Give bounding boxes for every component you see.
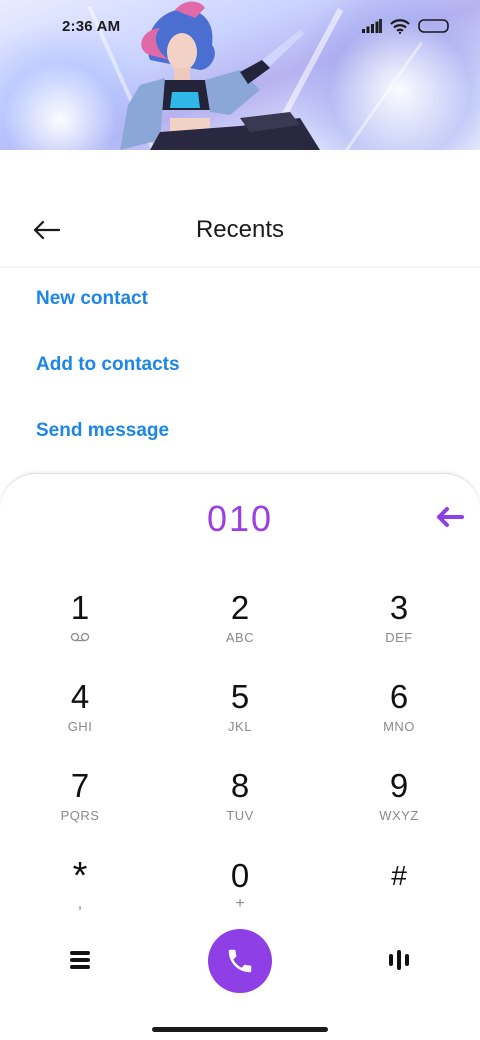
divider <box>0 266 480 268</box>
key-digit: 7 <box>70 767 90 804</box>
key-8[interactable]: 8 TUV <box>180 768 300 844</box>
key-digit: 4 <box>70 678 90 715</box>
menu-icon <box>70 951 90 969</box>
backspace-button[interactable] <box>430 502 468 532</box>
key-digit: 6 <box>389 678 409 715</box>
phone-icon <box>228 949 252 973</box>
key-letters: , <box>77 895 83 912</box>
status-icons <box>362 18 450 34</box>
title-bar: Recents <box>0 200 480 262</box>
key-digit: 0 <box>230 857 250 894</box>
key-hash[interactable]: # <box>339 858 459 934</box>
dialed-number: 010 <box>206 498 274 539</box>
key-9[interactable]: 9 WXYZ <box>339 768 459 844</box>
send-message-link[interactable]: Send message <box>36 420 169 442</box>
home-indicator <box>152 1027 328 1032</box>
key-digit: 9 <box>389 767 409 804</box>
key-5[interactable]: 5 JKL <box>180 679 300 755</box>
battery-icon <box>418 19 449 33</box>
keypad-bars-icon <box>389 950 409 970</box>
status-bar: 2:36 AM <box>0 0 480 56</box>
voicemail-icon <box>70 632 90 642</box>
key-0[interactable]: 0 + <box>180 858 300 934</box>
page-title: Recents <box>195 216 285 243</box>
backspace-arrow-icon <box>437 507 464 527</box>
call-button[interactable] <box>208 929 272 993</box>
key-digit: # <box>391 860 407 891</box>
key-letters: WXYZ <box>379 808 419 823</box>
key-3[interactable]: 3 DEF <box>339 590 459 666</box>
key-letters: JKL <box>228 719 252 734</box>
signal-icon <box>362 19 382 33</box>
key-4[interactable]: 4 GHI <box>20 679 140 755</box>
key-letters: TUV <box>226 808 254 823</box>
key-digit: 1 <box>70 589 90 626</box>
key-digit: 5 <box>230 678 250 715</box>
menu-button[interactable] <box>62 944 98 976</box>
status-time: 2:36 AM <box>62 18 121 35</box>
keypad-toggle-button[interactable] <box>380 944 418 976</box>
key-digit: 3 <box>389 589 409 626</box>
key-letters: PQRS <box>60 808 100 823</box>
key-letters: ABC <box>225 630 255 645</box>
add-to-contacts-link[interactable]: Add to contacts <box>36 354 180 376</box>
key-digit: 8 <box>230 767 250 804</box>
key-star[interactable]: * , <box>20 855 140 934</box>
key-6[interactable]: 6 MNO <box>339 679 459 755</box>
key-letters: + <box>235 895 245 912</box>
key-digit: * <box>72 855 88 897</box>
key-digit: 2 <box>230 589 250 626</box>
key-2[interactable]: 2 ABC <box>180 590 300 666</box>
new-contact-link[interactable]: New contact <box>36 288 148 310</box>
key-letters: DEF <box>385 630 413 645</box>
key-letters: MNO <box>383 719 415 734</box>
key-7[interactable]: 7 PQRS <box>20 768 140 844</box>
key-letters: GHI <box>67 719 93 734</box>
key-1[interactable]: 1 <box>20 590 140 666</box>
wifi-icon <box>390 18 410 34</box>
